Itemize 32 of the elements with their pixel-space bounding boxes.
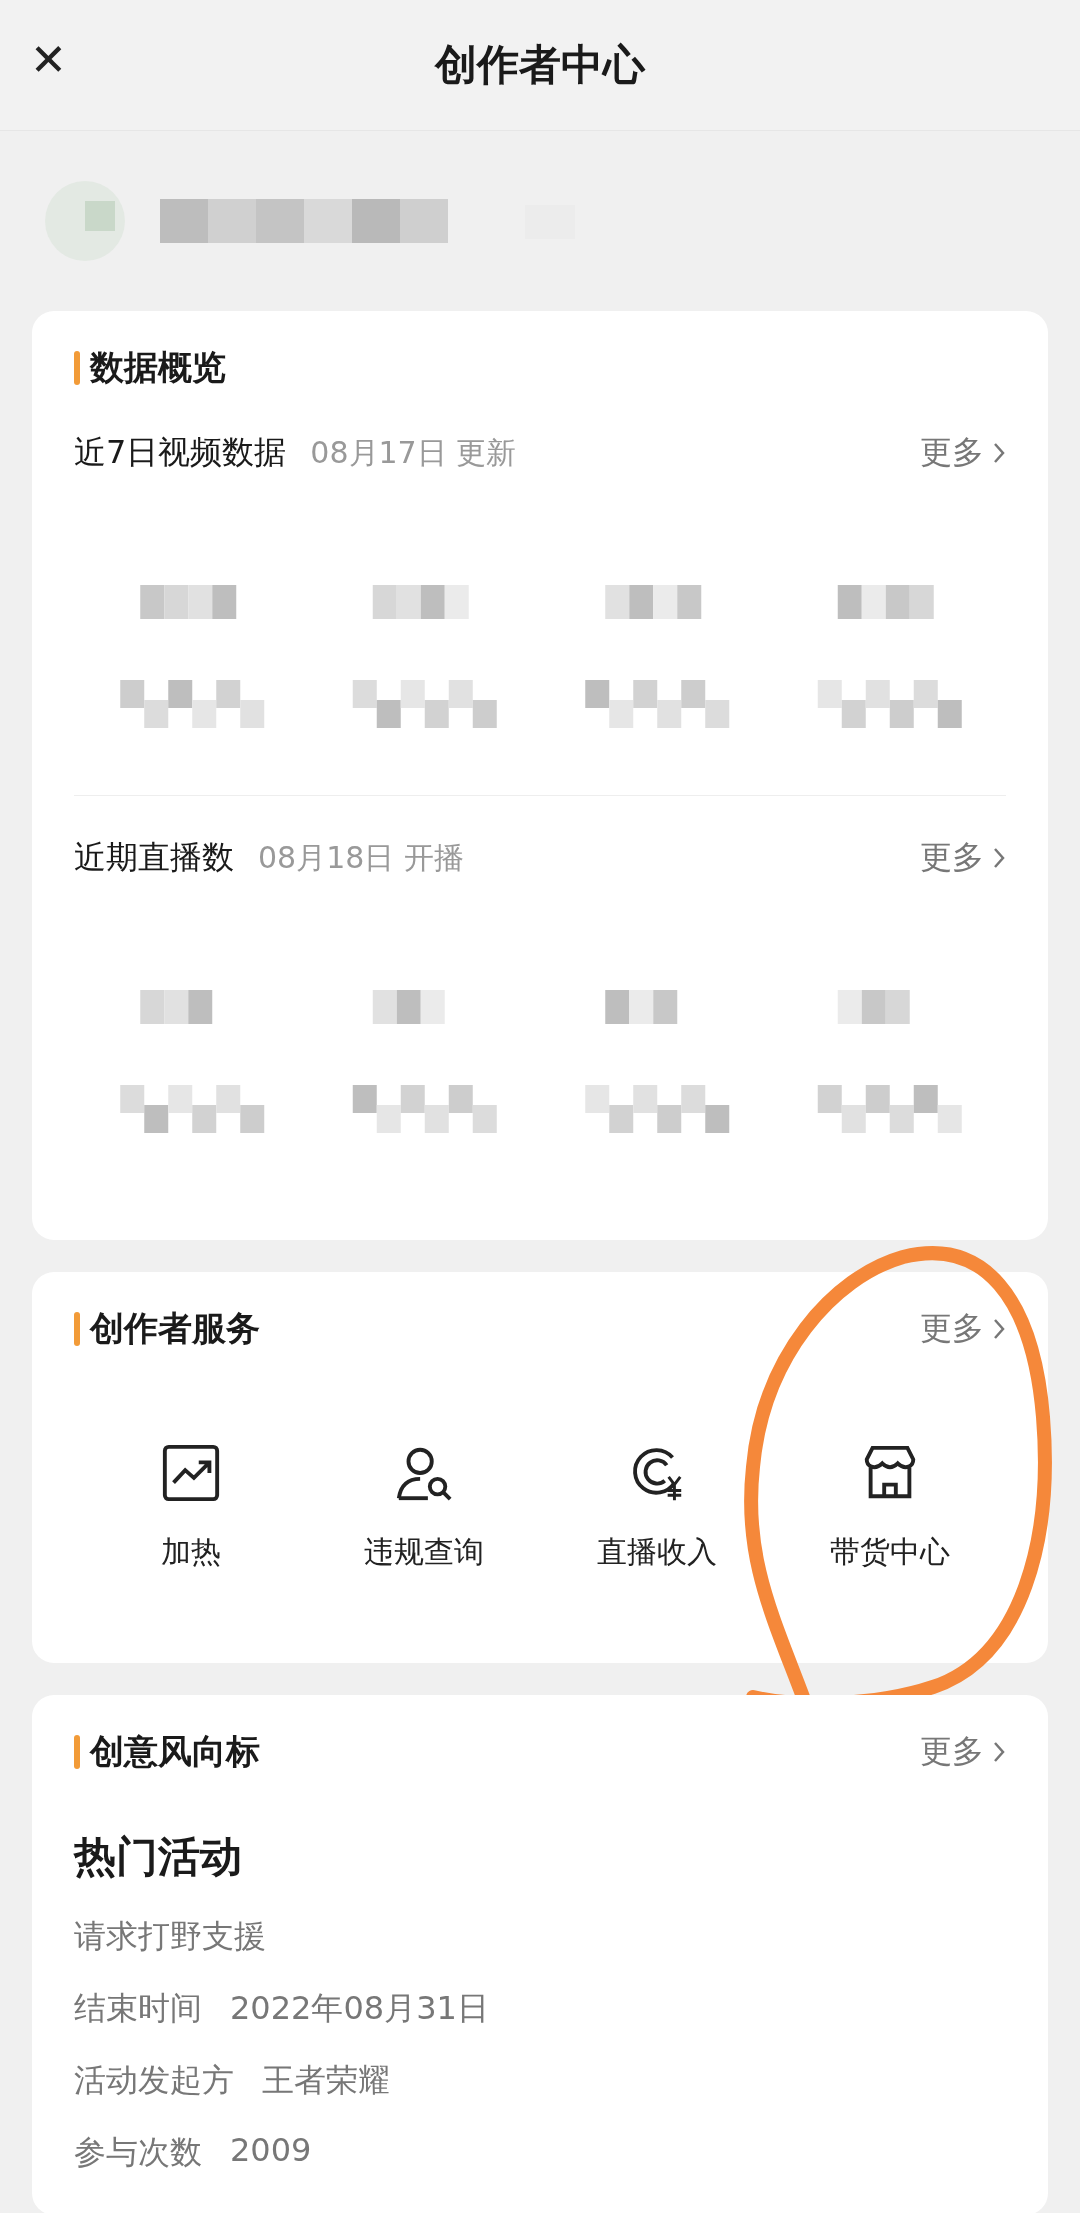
- chevron-icon: [992, 1317, 1006, 1341]
- field-label: 参与次数: [74, 2132, 202, 2173]
- chevron-icon: [992, 441, 1006, 465]
- more-link[interactable]: 更多: [920, 431, 1006, 475]
- chevron-icon: [992, 1740, 1006, 1764]
- close-button[interactable]: ✕: [30, 38, 67, 82]
- more-link[interactable]: 更多: [920, 1307, 1006, 1351]
- accent-bar: [74, 1735, 80, 1769]
- field-value: 王者荣耀: [262, 2060, 390, 2101]
- service-button[interactable]: 加热: [74, 1442, 307, 1573]
- service-button[interactable]: 直播收入: [540, 1442, 773, 1573]
- update-note: 08月18日 开播: [258, 838, 464, 877]
- service-button[interactable]: 违规查询: [307, 1442, 540, 1573]
- field-value: 2009: [230, 2131, 312, 2171]
- field-label: 活动发起方: [74, 2060, 234, 2101]
- section-title: 数据概览: [90, 346, 226, 389]
- accent-bar: [74, 1312, 80, 1346]
- accent-bar: [74, 351, 80, 385]
- more-link[interactable]: 更多: [920, 1730, 1006, 1774]
- update-note: 08月17日 更新: [310, 433, 517, 472]
- section-label: 近期直播数: [74, 837, 234, 878]
- activity-heading: 热门活动: [74, 1831, 243, 1883]
- activity-name: 请求打野支援: [74, 1916, 267, 1957]
- section-title: 创作者服务: [90, 1307, 260, 1350]
- page-title: 创作者中心: [435, 39, 645, 91]
- section-title: 创意风向标: [90, 1730, 260, 1773]
- section-label: 近7日视频数据: [74, 432, 287, 473]
- field-value: 2022年08月31日: [230, 1988, 489, 2029]
- field-label: 结束时间: [74, 1988, 202, 2029]
- service-button[interactable]: 带货中心: [773, 1442, 1006, 1573]
- chevron-icon: [992, 846, 1006, 870]
- more-link[interactable]: 更多: [920, 836, 1006, 880]
